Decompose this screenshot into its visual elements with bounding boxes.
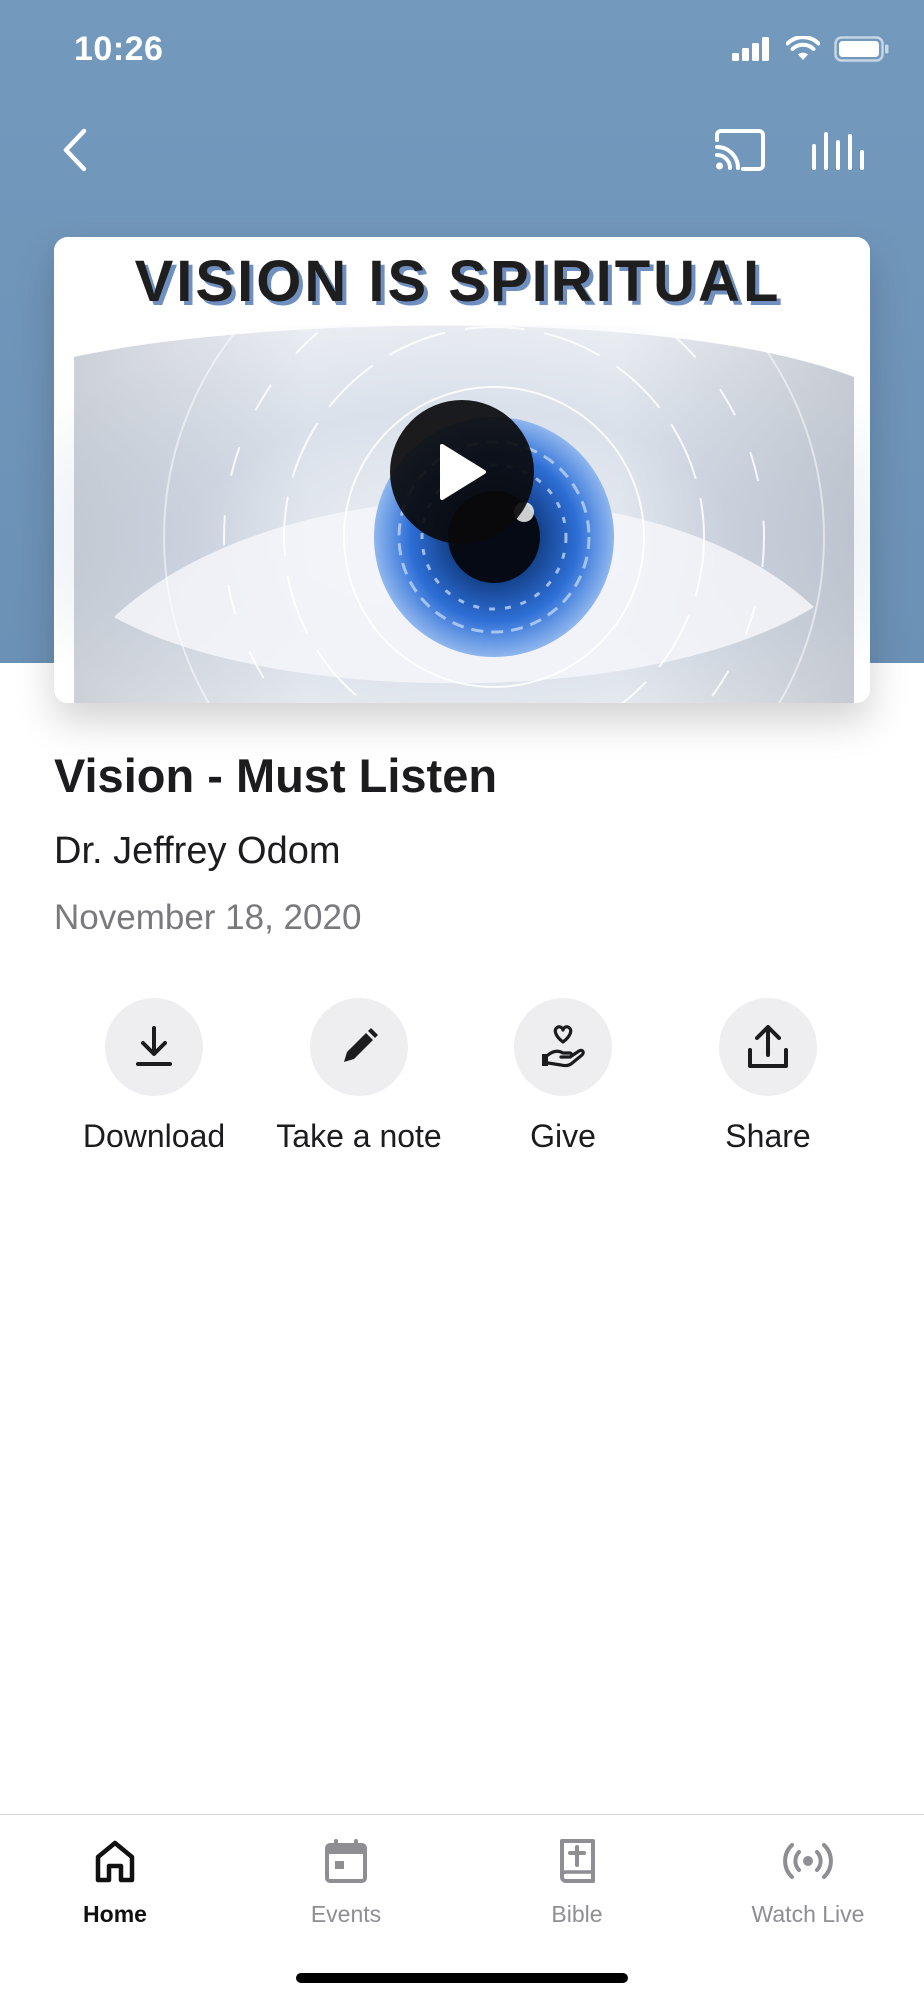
equalizer-icon: [812, 132, 864, 170]
download-label: Download: [82, 1118, 226, 1154]
sermon-speaker: Dr. Jeffrey Odom: [54, 830, 341, 872]
take-note-label: Take a note: [276, 1118, 442, 1154]
bible-icon: [560, 1839, 595, 1883]
broadcast-icon: [783, 1843, 833, 1879]
sermon-date: November 18, 2020: [54, 898, 362, 937]
sermon-title: Vision - Must Listen: [54, 749, 498, 802]
action-row: Download Take a note Give Share: [0, 998, 924, 1168]
battery-icon: [834, 36, 889, 62]
give-action[interactable]: Give: [461, 998, 665, 1155]
share-action[interactable]: Share: [666, 998, 870, 1155]
sermon-artwork[interactable]: VISION IS SPIRITUAL VISION IS SPIRITUAL: [54, 237, 870, 703]
pencil-icon: [344, 1028, 378, 1062]
nav-bar: [0, 100, 924, 200]
give-button[interactable]: [514, 998, 612, 1096]
tab-events-label: Events: [310, 1901, 382, 1927]
play-icon: [440, 444, 486, 500]
wifi-icon: [786, 36, 820, 60]
tab-events[interactable]: Events: [231, 1835, 461, 1928]
share-icon: [748, 1025, 788, 1068]
cast-icon: [715, 129, 765, 171]
status-bar: 10:26: [0, 0, 924, 100]
tab-watch-live-label: Watch Live: [751, 1901, 865, 1927]
tab-bible-label: Bible: [551, 1901, 603, 1927]
play-button[interactable]: [390, 400, 534, 544]
hand-heart-icon: [542, 1025, 585, 1068]
status-icons: [732, 36, 890, 62]
status-time: 10:26: [74, 30, 164, 68]
cast-button[interactable]: [710, 122, 770, 178]
home-icon: [95, 1840, 135, 1883]
share-button[interactable]: [719, 998, 817, 1096]
equalizer-button[interactable]: [808, 122, 868, 178]
chevron-left-icon: [63, 128, 87, 172]
download-action[interactable]: Download: [52, 998, 256, 1155]
tab-watch-live[interactable]: Watch Live: [693, 1835, 923, 1928]
tab-bible[interactable]: Bible: [462, 1835, 692, 1928]
take-note-button[interactable]: [310, 998, 408, 1096]
take-note-action[interactable]: Take a note: [257, 998, 461, 1155]
download-icon: [136, 1026, 172, 1066]
home-indicator: [296, 1973, 628, 1983]
tab-home-label: Home: [83, 1901, 147, 1927]
calendar-icon: [325, 1839, 367, 1883]
tab-home[interactable]: Home: [0, 1835, 230, 1928]
sermon-detail-screen: 10:26 VISION IS SPIRITUAL VISION IS SPIR…: [0, 0, 924, 2000]
share-label: Share: [725, 1118, 811, 1154]
back-button[interactable]: [50, 120, 100, 180]
give-label: Give: [530, 1118, 596, 1154]
artwork-banner-text: VISION IS SPIRITUAL: [135, 249, 782, 314]
download-button[interactable]: [105, 998, 203, 1096]
signal-icon: [732, 37, 769, 61]
